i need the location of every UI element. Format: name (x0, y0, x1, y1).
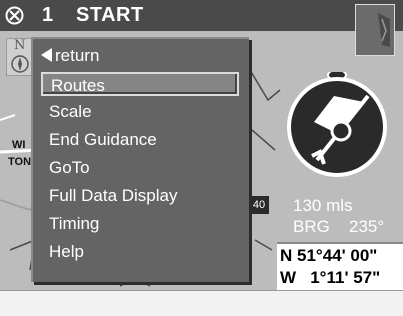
title-bar: 1 START (0, 0, 403, 31)
options-menu: return Routes Scale End Guidance GoTo Fu… (31, 37, 249, 282)
north-indicator: N (6, 38, 34, 76)
menu-item-timing[interactable]: Timing (41, 212, 239, 236)
menu-item-label: return (55, 46, 100, 65)
page-number: 1 (42, 4, 54, 26)
bearing-value: 235° (349, 217, 385, 236)
latitude-readout: N 51°44' 00" (280, 246, 378, 265)
menu-item-end-guidance[interactable]: End Guidance (41, 128, 239, 152)
menu-item-help[interactable]: Help (41, 240, 239, 264)
menu-item-label: GoTo (49, 158, 90, 177)
map-thumbnail-icon[interactable] (355, 4, 395, 56)
map-place-label: TON (8, 156, 32, 168)
menu-item-label: Help (49, 242, 84, 261)
status-bar (0, 290, 403, 316)
longitude-readout: W 1°11' 57" (280, 268, 381, 287)
menu-item-label: End Guidance (49, 130, 157, 149)
page-title: START (76, 4, 144, 26)
bearing-arrow-icon (287, 69, 387, 177)
menu-item-full-data-display[interactable]: Full Data Display (41, 184, 239, 208)
menu-item-label: Full Data Display (49, 186, 178, 205)
coordinates-panel: N 51°44' 00" W 1°11' 57" (277, 242, 403, 290)
map-scale-box: 40 (249, 196, 269, 214)
menu-item-label: Scale (49, 102, 92, 121)
close-icon[interactable] (5, 6, 24, 25)
menu-item-scale[interactable]: Scale (41, 100, 239, 124)
back-arrow-icon (41, 48, 52, 62)
menu-item-routes[interactable]: Routes (41, 72, 239, 96)
menu-item-return[interactable]: return (41, 44, 239, 68)
menu-item-label: Timing (49, 214, 100, 233)
north-compass-icon (11, 55, 29, 73)
menu-item-goto[interactable]: GoTo (41, 156, 239, 180)
bearing-label: BRG (293, 217, 330, 236)
bearing-dial (284, 69, 390, 178)
north-label: N (14, 38, 26, 53)
gps-screen: N WI TON 40 130 mls BRG 235° 1 START ret… (0, 0, 403, 316)
distance-readout: 130 mls (293, 196, 353, 215)
map-place-label: WI (12, 139, 26, 151)
menu-item-label: Routes (51, 76, 105, 95)
map-thumbnail-graphic (378, 13, 390, 47)
